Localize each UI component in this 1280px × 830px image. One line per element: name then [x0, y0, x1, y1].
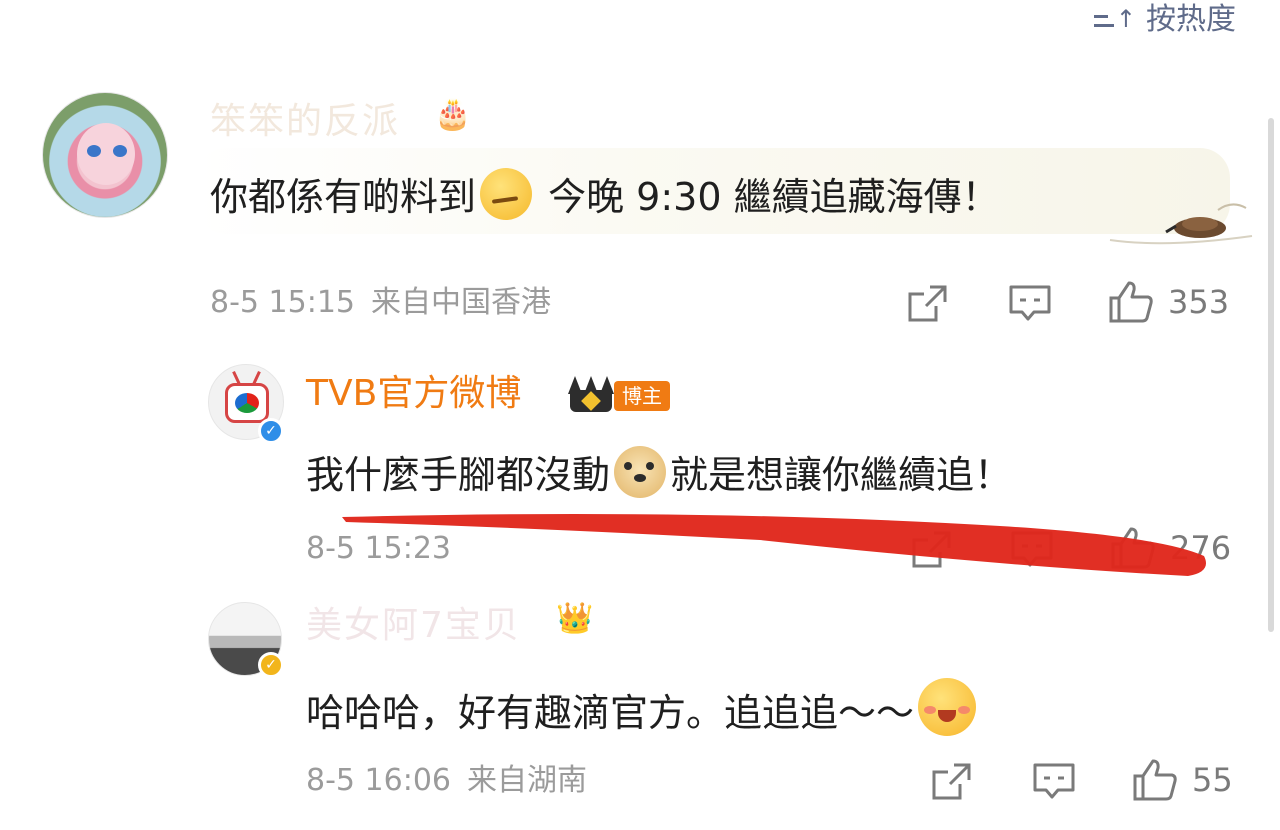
share-button[interactable] — [930, 762, 972, 802]
like-count: 353 — [1168, 283, 1230, 321]
comment-meta: 8-5 16:06 来自湖南 — [306, 766, 587, 796]
sort-by-hot-button[interactable]: ↑ 按热度 — [1093, 0, 1236, 38]
comment-icon — [1011, 531, 1053, 567]
thumbs-up-icon — [1111, 527, 1155, 569]
smirk-emoji-icon — [480, 168, 533, 220]
like-count: 55 — [1192, 761, 1233, 799]
comment-meta: 8-5 15:15 来自中国香港 — [210, 288, 551, 318]
like-button[interactable]: 55 — [1132, 758, 1233, 802]
like-button[interactable]: 353 — [1108, 280, 1229, 324]
bubble-decoration-icon — [1109, 203, 1253, 245]
comment-time: 8-5 15:15 — [210, 285, 355, 320]
comment-username[interactable]: 美女阿7宝贝 — [306, 608, 521, 644]
comment-icon — [1009, 285, 1051, 321]
thumbs-up-icon — [1109, 281, 1153, 323]
scrollbar[interactable] — [1268, 118, 1274, 632]
comment-username[interactable]: TVB官方微博 — [306, 376, 521, 412]
comment-meta: 8-5 15:23 — [306, 534, 451, 564]
share-button[interactable] — [906, 284, 948, 324]
doge-emoji-icon — [614, 446, 667, 498]
sort-icon: ↑ — [1093, 1, 1136, 31]
fan-level-badge-icon: 👑 — [556, 601, 594, 636]
thumbs-up-icon — [1133, 759, 1177, 801]
sort-label: 按热度 — [1146, 2, 1236, 37]
comment-text: 你都係有啲料到 今晚 9:30 繼續追藏海傳！ — [210, 168, 1000, 221]
share-icon — [908, 285, 947, 322]
comment-text: 哈哈哈，好有趣滴官方。追追追～～ — [306, 678, 980, 737]
verified-badge-icon: ✓ — [258, 418, 284, 444]
comment-location: 来自中国香港 — [371, 285, 551, 320]
like-button[interactable]: 276 — [1110, 526, 1231, 570]
comment-icon — [1033, 763, 1075, 799]
comment-time: 8-5 15:23 — [306, 531, 451, 566]
comment-thread: ↑ 按热度 笨笨的反派 🎂 你都係有啲料到 今晚 9:30 繼續追藏海傳！ 8-… — [0, 0, 1280, 830]
share-button[interactable] — [910, 530, 952, 570]
shy-smile-emoji-icon — [918, 678, 977, 736]
like-count: 276 — [1170, 529, 1232, 567]
share-icon — [912, 531, 951, 568]
fan-level-badge-icon: 🎂 — [434, 97, 472, 132]
share-icon — [932, 763, 971, 800]
comment-username[interactable]: 笨笨的反派 — [210, 104, 400, 140]
blogger-badge: 博主 — [614, 381, 670, 411]
crown-badge-icon — [566, 372, 616, 416]
comment-time: 8-5 16:06 — [306, 763, 451, 798]
avatar[interactable] — [42, 92, 168, 218]
comment-location: 来自湖南 — [467, 763, 587, 798]
reply-button[interactable] — [1008, 284, 1052, 324]
comment-text: 我什麼手腳都沒動 就是想讓你繼續追！ — [306, 446, 1012, 499]
reply-button[interactable] — [1010, 530, 1054, 570]
reply-button[interactable] — [1032, 762, 1076, 802]
verified-badge-icon: ✓ — [258, 652, 284, 678]
